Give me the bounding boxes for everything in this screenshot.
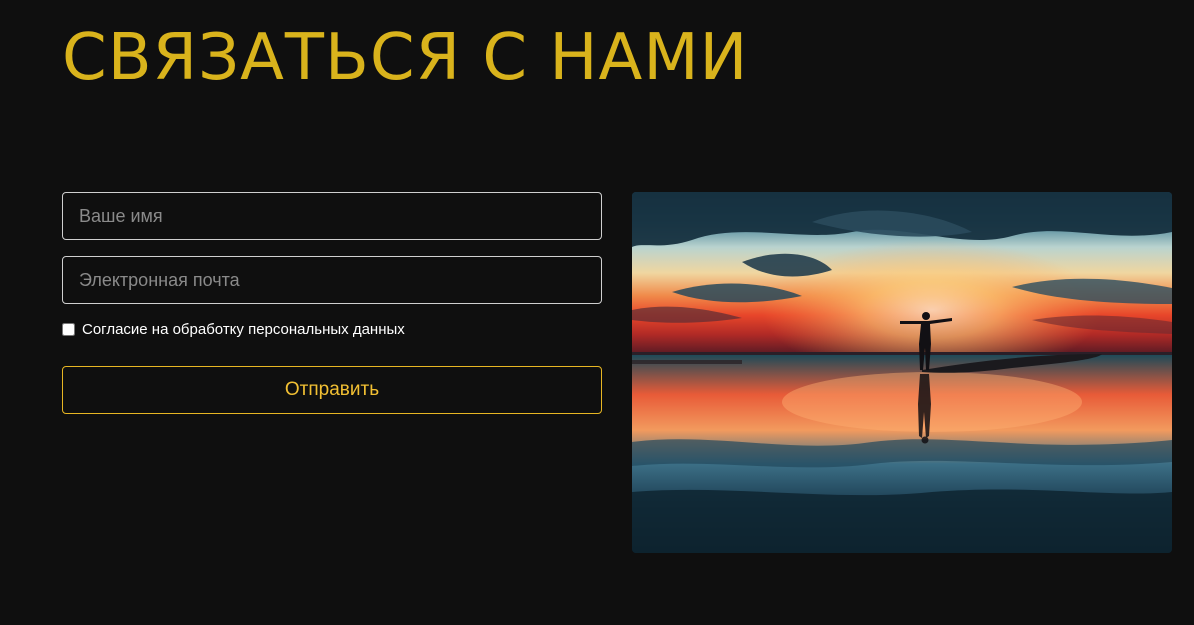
consent-checkbox[interactable] bbox=[62, 322, 75, 336]
email-input[interactable] bbox=[62, 256, 602, 304]
sunset-image bbox=[632, 192, 1172, 553]
contact-form: Согласие на обработку персональных данны… bbox=[62, 192, 602, 414]
sunset-photo bbox=[632, 192, 1172, 553]
consent-option[interactable]: Согласие на обработку персональных данны… bbox=[62, 319, 602, 339]
name-input[interactable] bbox=[62, 192, 602, 240]
page-title: СВЯЗАТЬСЯ С НАМИ bbox=[62, 21, 749, 95]
submit-button[interactable]: Отправить bbox=[62, 366, 602, 414]
contact-page: СВЯЗАТЬСЯ С НАМИ Согласие на обработку п… bbox=[0, 0, 1194, 625]
consent-label: Согласие на обработку персональных данны… bbox=[82, 320, 405, 338]
